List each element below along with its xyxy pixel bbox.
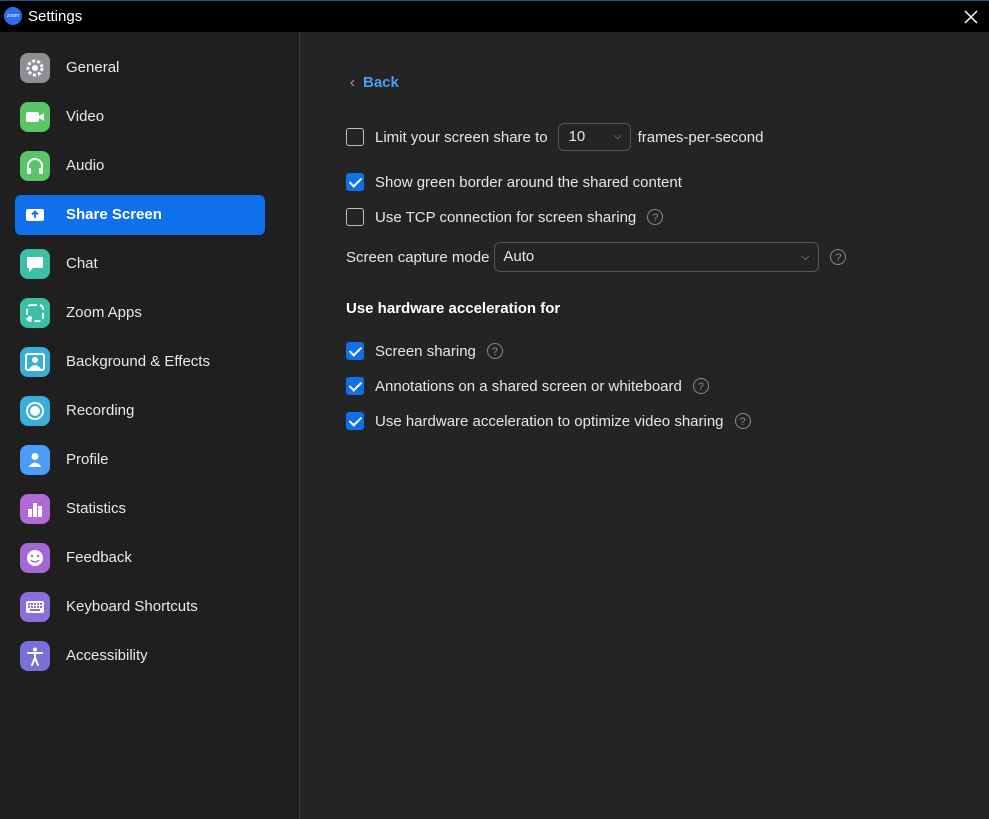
sidebar-item-label: Audio — [66, 157, 105, 174]
sidebar-item-label: Share Screen — [66, 206, 162, 223]
help-icon[interactable]: ? — [830, 249, 847, 265]
hw-acceleration-heading: Use hardware acceleration for — [346, 300, 561, 317]
hw-screen-sharing-row: Screen sharing ? — [346, 342, 503, 360]
sidebar-item-label: Statistics — [66, 500, 127, 517]
sidebar-item-share-screen[interactable]: Share Screen — [15, 195, 265, 235]
sidebar-item-audio[interactable]: Audio — [15, 146, 265, 186]
sidebar-item-label: Video — [66, 108, 105, 125]
title-bar: zoom Settings — [0, 0, 989, 32]
share-screen-icon — [20, 200, 50, 230]
hw-screen-sharing-checkbox[interactable] — [346, 342, 364, 360]
help-icon[interactable]: ? — [647, 209, 664, 225]
record-icon — [20, 396, 50, 426]
sidebar-item-label: Zoom Apps — [66, 304, 142, 321]
close-icon[interactable] — [961, 7, 981, 27]
window-title: Settings — [28, 8, 83, 25]
fps-value: 10 — [568, 128, 586, 145]
sidebar-item-chat[interactable]: Chat — [15, 244, 265, 284]
help-icon[interactable]: ? — [734, 413, 751, 429]
sidebar-item-label: Profile — [66, 451, 109, 468]
video-icon — [20, 102, 50, 132]
back-label: Back — [363, 74, 399, 91]
hw-annotations-checkbox[interactable] — [346, 377, 364, 395]
sidebar-item-feedback[interactable]: Feedback — [15, 538, 265, 578]
sidebar-item-label: Keyboard Shortcuts — [66, 598, 198, 615]
hw-screen-sharing-label: Screen sharing — [375, 342, 476, 360]
sidebar-item-label: General — [66, 59, 120, 76]
sidebar-item-recording[interactable]: Recording — [15, 391, 265, 431]
hw-video-sharing-row: Use hardware acceleration to optimize vi… — [346, 412, 751, 430]
hw-annotations-label: Annotations on a shared screen or whiteb… — [375, 377, 682, 395]
fps-suffix-label: frames-per-second — [637, 128, 764, 146]
limit-fps-row: Limit your screen share to 10 ⌵ frames-p… — [346, 123, 763, 151]
sidebar-item-statistics[interactable]: Statistics — [15, 489, 265, 529]
sidebar-item-background-effects[interactable]: Background & Effects — [15, 342, 265, 382]
back-button[interactable]: ‹ Back — [350, 74, 399, 91]
tcp-row: Use TCP connection for screen sharing ? — [346, 208, 664, 226]
keyboard-icon — [20, 592, 50, 622]
sidebar-item-video[interactable]: Video — [15, 97, 265, 137]
chat-icon — [20, 249, 50, 279]
headphones-icon — [20, 151, 50, 181]
sidebar-item-label: Background & Effects — [66, 353, 210, 370]
tcp-checkbox[interactable] — [346, 208, 364, 226]
background-icon — [20, 347, 50, 377]
chevron-left-icon: ‹ — [350, 74, 355, 91]
hw-video-sharing-checkbox[interactable] — [346, 412, 364, 430]
sidebar-item-general[interactable]: General — [15, 48, 265, 88]
sidebar-item-profile[interactable]: Profile — [15, 440, 265, 480]
gear-icon — [20, 53, 50, 83]
zoom-logo-icon: zoom — [4, 7, 22, 25]
sidebar-item-zoom-apps[interactable]: Zoom Apps — [15, 293, 265, 333]
help-icon[interactable]: ? — [486, 343, 503, 359]
capture-mode-row: Screen capture mode Auto ⌵ ? — [346, 242, 847, 272]
sidebar-item-label: Chat — [66, 255, 98, 272]
limit-fps-label: Limit your screen share to — [375, 128, 548, 146]
capture-mode-label: Screen capture mode — [346, 248, 490, 266]
settings-sidebar: General Video Audio Share Screen Chat Zo… — [0, 32, 300, 819]
green-border-checkbox[interactable] — [346, 173, 364, 191]
chevron-down-icon: ⌵ — [801, 251, 810, 263]
sidebar-item-keyboard-shortcuts[interactable]: Keyboard Shortcuts — [15, 587, 265, 627]
hw-annotations-row: Annotations on a shared screen or whiteb… — [346, 377, 709, 395]
accessibility-icon — [20, 641, 50, 671]
chevron-down-icon: ⌵ — [613, 131, 622, 142]
green-border-row: Show green border around the shared cont… — [346, 173, 682, 191]
hw-video-sharing-label: Use hardware acceleration to optimize vi… — [375, 412, 724, 430]
sidebar-item-accessibility[interactable]: Accessibility — [15, 636, 265, 676]
profile-icon — [20, 445, 50, 475]
sidebar-item-label: Accessibility — [66, 647, 148, 664]
feedback-icon — [20, 543, 50, 573]
fps-dropdown[interactable]: 10 ⌵ — [557, 123, 631, 151]
help-icon[interactable]: ? — [692, 378, 709, 394]
capture-mode-dropdown[interactable]: Auto ⌵ — [494, 242, 820, 272]
statistics-icon — [20, 494, 50, 524]
sidebar-item-label: Recording — [66, 402, 135, 419]
limit-fps-checkbox[interactable] — [346, 128, 364, 146]
green-border-label: Show green border around the shared cont… — [375, 173, 682, 191]
apps-icon — [20, 298, 50, 328]
tcp-label: Use TCP connection for screen sharing — [375, 208, 637, 226]
capture-mode-value: Auto — [503, 248, 535, 265]
share-screen-settings-panel: ‹ Back Limit your screen share to 10 ⌵ fr… — [300, 32, 989, 819]
sidebar-item-label: Feedback — [66, 549, 132, 566]
